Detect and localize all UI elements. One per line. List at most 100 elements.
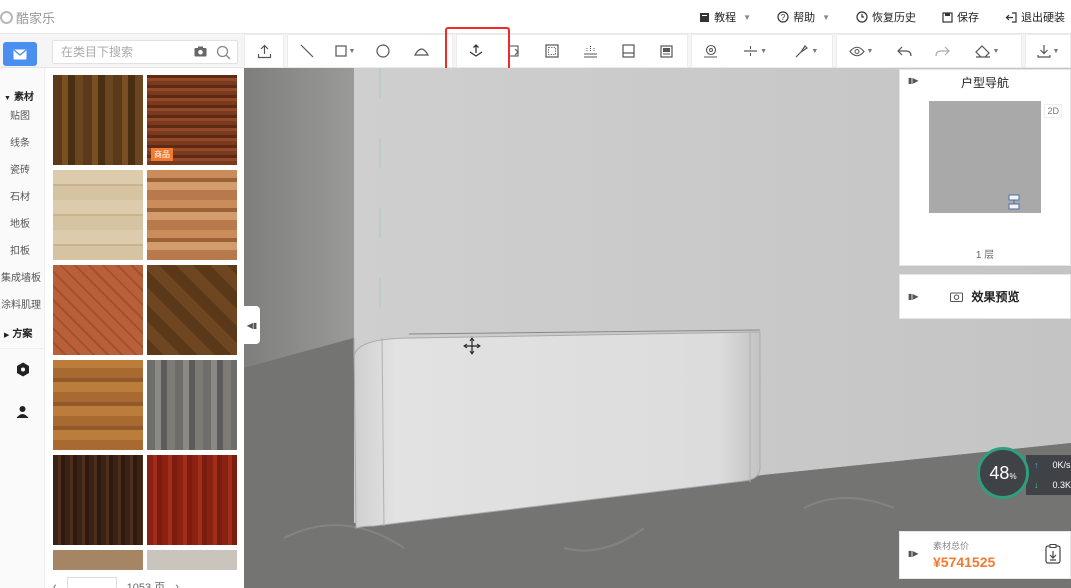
sidebar-user-button[interactable]: [0, 390, 45, 432]
next-page-icon[interactable]: ›: [175, 581, 179, 588]
material-tile-dark-walnut[interactable]: [53, 75, 143, 165]
material-tile-light-oak[interactable]: [53, 170, 143, 260]
border-icon: [545, 44, 559, 58]
material-tile-striped-oak[interactable]: [147, 170, 237, 260]
brand-logo[interactable]: 酷家乐: [0, 8, 55, 27]
collapse-arrow-icon[interactable]: ▮▶: [908, 549, 919, 558]
panel-icon: [621, 44, 635, 58]
sidebar-section-plans[interactable]: ▶ 方案: [0, 319, 44, 348]
preview-panel[interactable]: ▮▶ 效果预览: [899, 274, 1071, 319]
user-icon: [16, 405, 29, 418]
tool-brush[interactable]: ▼: [781, 35, 832, 67]
upload-row: ↑ 0K/s: [1026, 455, 1071, 475]
menu-tutorial[interactable]: 教程 ▼: [699, 9, 751, 25]
material-tile-honey-oak[interactable]: [53, 360, 143, 450]
prev-page-icon[interactable]: ‹: [53, 581, 57, 588]
tool-place-mount[interactable]: [457, 35, 495, 67]
tool-align[interactable]: ▼: [729, 35, 780, 67]
tool-undo[interactable]: [885, 35, 923, 67]
tool-border[interactable]: [533, 35, 571, 67]
tool-light-strip[interactable]: [571, 35, 609, 67]
triangle-right-icon: ▶: [4, 332, 10, 339]
clipboard-download-icon[interactable]: [1045, 544, 1061, 564]
tool-line[interactable]: [288, 35, 326, 67]
triangle-down-icon: ▼: [4, 95, 11, 102]
collapse-left-panel-button[interactable]: ◀▮: [244, 306, 260, 344]
menu-help[interactable]: ? 帮助 ▼: [777, 9, 830, 25]
gallery-icon: [659, 44, 673, 58]
tool-redo[interactable]: [923, 35, 961, 67]
hexagon-icon: [16, 362, 29, 377]
sidebar-item-textures[interactable]: 贴图: [0, 103, 44, 130]
floor-nav-title: 户型导航: [960, 75, 1009, 90]
tool-rectangle[interactable]: ▼: [326, 35, 364, 67]
camera-position-icon: [1008, 194, 1020, 210]
tool-eraser[interactable]: ▼: [961, 35, 1013, 67]
view-2d-toggle[interactable]: 2D: [1044, 104, 1062, 118]
eraser-icon: [974, 44, 990, 58]
material-tile-cherry-red[interactable]: [147, 455, 237, 545]
light-strip-icon: [583, 45, 597, 58]
material-tile-dark-ebony[interactable]: [53, 455, 143, 545]
material-panel: 商品 ‹ 1053 页 ›: [45, 68, 244, 588]
chevron-down-icon: ▼: [1052, 47, 1060, 55]
chevron-down-icon: ▼: [866, 47, 874, 55]
search-input[interactable]: [61, 41, 191, 63]
category-sidebar: ▼ 素材 贴图 线条 瓷砖 石材 地板 扣板 集成墙板 涂料肌理 ▶ 方案: [0, 68, 45, 588]
collapse-arrow-icon[interactable]: ▮▶: [908, 292, 919, 301]
tool-gallery[interactable]: [647, 35, 685, 67]
floor-label[interactable]: 1 层: [900, 246, 1070, 261]
material-tile-red-wood[interactable]: 商品: [147, 75, 237, 165]
price-panel[interactable]: ▮▶ 素材总价 ¥5741525: [899, 531, 1071, 579]
line-icon: [300, 44, 314, 58]
material-tile-herringbone[interactable]: [53, 265, 143, 355]
floor-nav-panel: ▮▶ 户型导航 2D 1 层: [899, 69, 1071, 266]
menu-save[interactable]: 保存: [942, 9, 979, 25]
tool-pattern[interactable]: [692, 35, 729, 67]
gauge-value: 48: [989, 462, 1010, 483]
materials-library-button[interactable]: [3, 42, 37, 66]
tool-move-face[interactable]: [495, 35, 533, 67]
menu-exit[interactable]: 退出硬装: [1005, 9, 1065, 25]
material-tile-partial-left[interactable]: [53, 550, 143, 570]
menu-restore-history[interactable]: 恢复历史: [856, 9, 916, 25]
floor-nav-header[interactable]: ▮▶ 户型导航: [900, 70, 1070, 94]
price-label: 素材总价: [933, 541, 970, 551]
sidebar-item-flooring[interactable]: 地板: [0, 211, 44, 238]
help-circle-icon: ?: [777, 11, 789, 23]
page-input[interactable]: [66, 577, 117, 588]
menu-restore-label: 恢复历史: [872, 12, 916, 24]
preview-title: 效果预览: [971, 290, 1020, 304]
page-total: 1053 页: [126, 582, 166, 588]
sidebar-item-tiles[interactable]: 瓷砖: [0, 157, 44, 184]
collapse-arrow-icon[interactable]: ▮▶: [908, 76, 919, 85]
download-row: ↓ 0.3K/s: [1026, 475, 1071, 495]
material-tile-grey-wood[interactable]: [147, 360, 237, 450]
tool-panel[interactable]: [609, 35, 647, 67]
sidebar-cube-button[interactable]: [0, 348, 45, 390]
sidebar-item-wall-panels[interactable]: 集成墙板: [0, 265, 44, 292]
material-tile-parquet-walnut[interactable]: [147, 265, 237, 355]
sidebar-item-moldings[interactable]: 线条: [0, 130, 44, 157]
tool-upload[interactable]: [245, 35, 283, 67]
camera-icon: [950, 292, 964, 302]
sidebar-section-materials-label: 素材: [13, 92, 34, 103]
tool-view[interactable]: ▼: [837, 35, 885, 67]
tool-circle[interactable]: [364, 35, 402, 67]
floor-plan-minimap[interactable]: [929, 101, 1041, 213]
pattern-icon: [704, 44, 718, 58]
camera-icon[interactable]: [194, 46, 207, 57]
search-icon[interactable]: [216, 45, 231, 60]
tool-download[interactable]: ▼: [1026, 35, 1070, 67]
sidebar-item-ceiling-panels[interactable]: 扣板: [0, 238, 44, 265]
sidebar-item-stone[interactable]: 石材: [0, 184, 44, 211]
download-speed: 0.3K/s: [1052, 480, 1071, 490]
logo-icon: [0, 11, 13, 24]
upload-speed: 0K/s: [1052, 460, 1071, 470]
sidebar-section-materials[interactable]: ▼ 素材: [0, 68, 44, 103]
performance-gauge[interactable]: 48%: [977, 447, 1029, 499]
sidebar-item-paint-texture[interactable]: 涂料肌理: [0, 292, 44, 319]
material-tile-partial-right[interactable]: [147, 550, 237, 570]
preview-header[interactable]: ▮▶ 效果预览: [900, 275, 1070, 318]
tool-arc[interactable]: [402, 35, 440, 67]
